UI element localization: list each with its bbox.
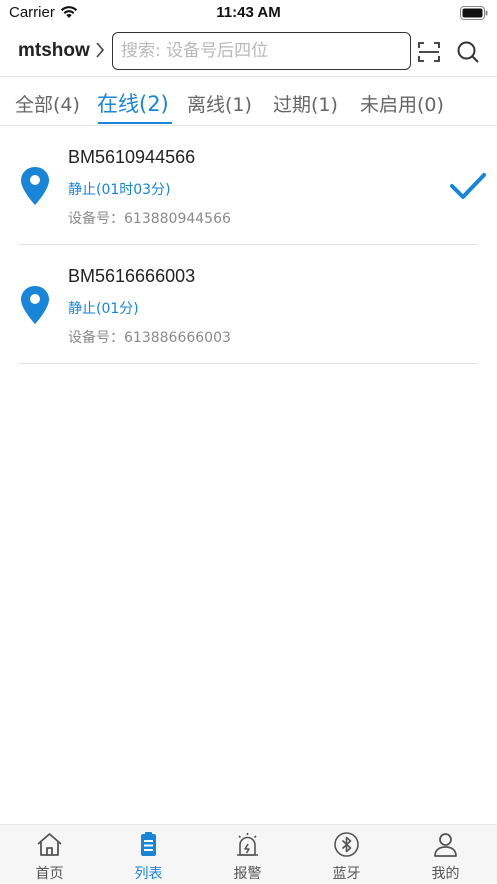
device-status: 静止(01时03分) bbox=[68, 182, 171, 198]
tabbar-label: 首页 bbox=[35, 866, 64, 882]
device-name: BM5610944566 bbox=[68, 147, 196, 167]
device-imei: 设备号：613880944566 bbox=[68, 211, 231, 227]
tabbar-alarm[interactable]: 报警 bbox=[198, 825, 297, 884]
scan-icon[interactable] bbox=[417, 40, 441, 64]
device-name: BM5616666003 bbox=[68, 266, 196, 286]
list-separator bbox=[20, 363, 478, 364]
location-pin-icon bbox=[20, 285, 50, 325]
selected-check-icon bbox=[449, 171, 487, 201]
tab-online[interactable]: 在线(2) bbox=[97, 88, 169, 118]
home-icon bbox=[36, 831, 63, 858]
profile-icon bbox=[432, 831, 459, 858]
active-tab-indicator bbox=[98, 122, 172, 124]
battery-icon bbox=[460, 5, 488, 24]
account-switcher[interactable]: mtshow bbox=[18, 40, 90, 62]
tabbar-label: 我的 bbox=[431, 866, 460, 882]
search-icon[interactable] bbox=[456, 40, 480, 64]
device-status: 静止(01分) bbox=[68, 301, 139, 317]
status-bar: Carrier 11:43 AM bbox=[0, 0, 497, 26]
alarm-icon bbox=[234, 831, 261, 858]
bottom-tab-bar: 首页 列表 报警 蓝牙 我的 bbox=[0, 824, 497, 883]
tab-offline[interactable]: 离线(1) bbox=[187, 90, 252, 117]
tabbar-profile[interactable]: 我的 bbox=[396, 825, 495, 884]
device-list-item[interactable]: BM5610944566 静止(01时03分) 设备号：613880944566 bbox=[0, 126, 497, 245]
search-input[interactable] bbox=[112, 32, 411, 70]
tabbar-home[interactable]: 首页 bbox=[0, 825, 99, 884]
chevron-right-icon[interactable] bbox=[95, 41, 105, 63]
tabbar-bluetooth[interactable]: 蓝牙 bbox=[297, 825, 396, 884]
tab-all[interactable]: 全部(4) bbox=[15, 90, 80, 117]
top-nav: mtshow bbox=[0, 30, 497, 72]
device-imei: 设备号：613886666003 bbox=[68, 330, 231, 346]
device-list-item[interactable]: BM5616666003 静止(01分) 设备号：613886666003 bbox=[0, 245, 497, 364]
bluetooth-icon bbox=[333, 831, 360, 858]
tabbar-label: 报警 bbox=[233, 866, 262, 882]
location-pin-icon bbox=[20, 166, 50, 206]
tab-inactive[interactable]: 未启用(0) bbox=[360, 90, 444, 117]
tabbar-label: 列表 bbox=[134, 866, 163, 882]
filter-tabs: 全部(4) 在线(2) 离线(1) 过期(1) 未启用(0) bbox=[0, 82, 497, 124]
nav-divider bbox=[0, 76, 497, 77]
tabbar-list[interactable]: 列表 bbox=[99, 825, 198, 884]
list-icon bbox=[135, 831, 162, 858]
tab-expired[interactable]: 过期(1) bbox=[273, 90, 338, 117]
clock: 11:43 AM bbox=[216, 4, 281, 21]
tabbar-label: 蓝牙 bbox=[332, 866, 361, 882]
